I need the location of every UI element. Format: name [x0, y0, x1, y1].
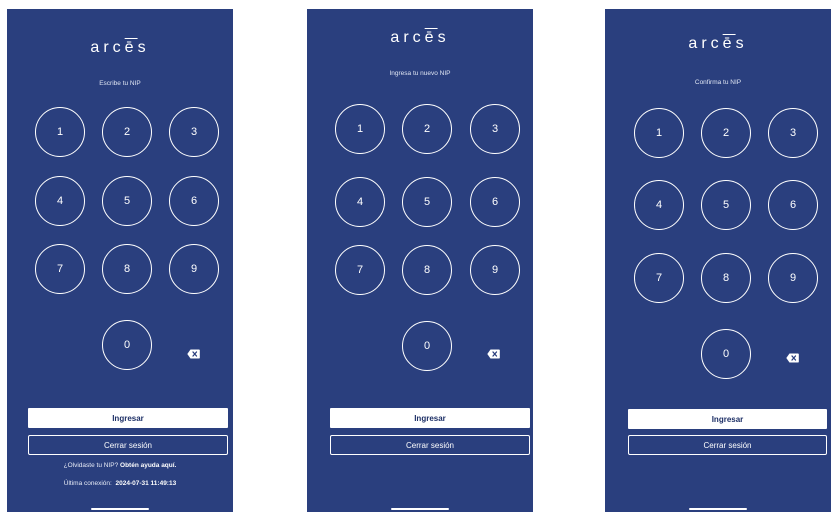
key-0[interactable]: 0	[701, 329, 751, 379]
brand-logo-accent: ē	[722, 35, 736, 52]
key-6[interactable]: 6	[470, 177, 520, 227]
screen-enter-pin: arcēs Escribe tu NIP 1 2 3 4 5 6 7 8 9 0…	[7, 9, 233, 512]
login-button[interactable]: Ingresar	[330, 408, 530, 428]
key-8[interactable]: 8	[701, 253, 751, 303]
key-8[interactable]: 8	[102, 244, 152, 294]
backspace-icon[interactable]	[187, 346, 200, 359]
key-0[interactable]: 0	[102, 320, 152, 370]
home-indicator	[391, 508, 449, 510]
brand-logo-suffix: s	[735, 35, 748, 52]
brand-logo: arcēs	[7, 39, 233, 57]
brand-logo-text: arc	[688, 35, 723, 52]
backspace-icon-graphic	[786, 353, 799, 363]
key-4[interactable]: 4	[335, 177, 385, 227]
backspace-icon[interactable]	[487, 346, 500, 359]
key-9[interactable]: 9	[768, 253, 818, 303]
screen-confirm-pin: arcēs Confirma tu NIP 1 2 3 4 5 6 7 8 9 …	[605, 9, 831, 512]
last-connection-label: Última conexión:	[63, 480, 112, 487]
key-3[interactable]: 3	[768, 108, 818, 158]
key-3[interactable]: 3	[470, 104, 520, 154]
key-7[interactable]: 7	[35, 244, 85, 294]
get-help-link[interactable]: Obtén ayuda aquí.	[120, 462, 176, 469]
last-connection: Última conexión: 2024-07-31 11:49:13	[7, 480, 233, 487]
brand-logo-suffix: s	[437, 29, 450, 46]
home-indicator	[91, 508, 149, 510]
forgot-pin-question: ¿Olvidaste tu NIP?	[63, 462, 119, 469]
key-1[interactable]: 1	[335, 104, 385, 154]
backspace-icon[interactable]	[786, 350, 799, 363]
key-7[interactable]: 7	[335, 245, 385, 295]
login-button[interactable]: Ingresar	[628, 409, 827, 429]
key-2[interactable]: 2	[402, 104, 452, 154]
key-1[interactable]: 1	[634, 108, 684, 158]
key-4[interactable]: 4	[35, 176, 85, 226]
logout-button[interactable]: Cerrar sesión	[28, 435, 228, 455]
login-button[interactable]: Ingresar	[28, 408, 228, 428]
brand-logo: arcēs	[605, 35, 831, 53]
home-indicator	[689, 508, 747, 510]
brand-logo-suffix: s	[137, 39, 150, 56]
pin-prompt: Ingresa tu nuevo NIP	[389, 70, 451, 77]
brand-logo-text: arc	[90, 39, 125, 56]
key-6[interactable]: 6	[768, 180, 818, 230]
key-4[interactable]: 4	[634, 180, 684, 230]
key-8[interactable]: 8	[402, 245, 452, 295]
brand-logo: arcēs	[307, 29, 533, 47]
key-1[interactable]: 1	[35, 107, 85, 157]
brand-logo-text: arc	[390, 29, 425, 46]
brand-logo-accent: ē	[124, 39, 138, 56]
key-0[interactable]: 0	[402, 321, 452, 371]
pin-prompt: Confirma tu NIP	[694, 79, 742, 86]
logout-button[interactable]: Cerrar sesión	[330, 435, 530, 455]
key-5[interactable]: 5	[102, 176, 152, 226]
forgot-pin-help: ¿Olvidaste tu NIP? Obtén ayuda aquí.	[7, 462, 233, 469]
key-2[interactable]: 2	[102, 107, 152, 157]
backspace-icon-graphic	[487, 349, 500, 359]
key-9[interactable]: 9	[169, 244, 219, 294]
key-3[interactable]: 3	[169, 107, 219, 157]
brand-logo-accent: ē	[424, 29, 438, 46]
key-2[interactable]: 2	[701, 108, 751, 158]
key-7[interactable]: 7	[634, 253, 684, 303]
key-5[interactable]: 5	[701, 180, 751, 230]
screen-new-pin: arcēs Ingresa tu nuevo NIP 1 2 3 4 5 6 7…	[307, 9, 533, 512]
backspace-icon-graphic	[187, 349, 200, 359]
pin-prompt: Escribe tu NIP	[99, 80, 141, 87]
logout-button[interactable]: Cerrar sesión	[628, 435, 827, 455]
key-6[interactable]: 6	[169, 176, 219, 226]
key-9[interactable]: 9	[470, 245, 520, 295]
last-connection-value: 2024-07-31 11:49:13	[115, 480, 177, 487]
key-5[interactable]: 5	[402, 177, 452, 227]
